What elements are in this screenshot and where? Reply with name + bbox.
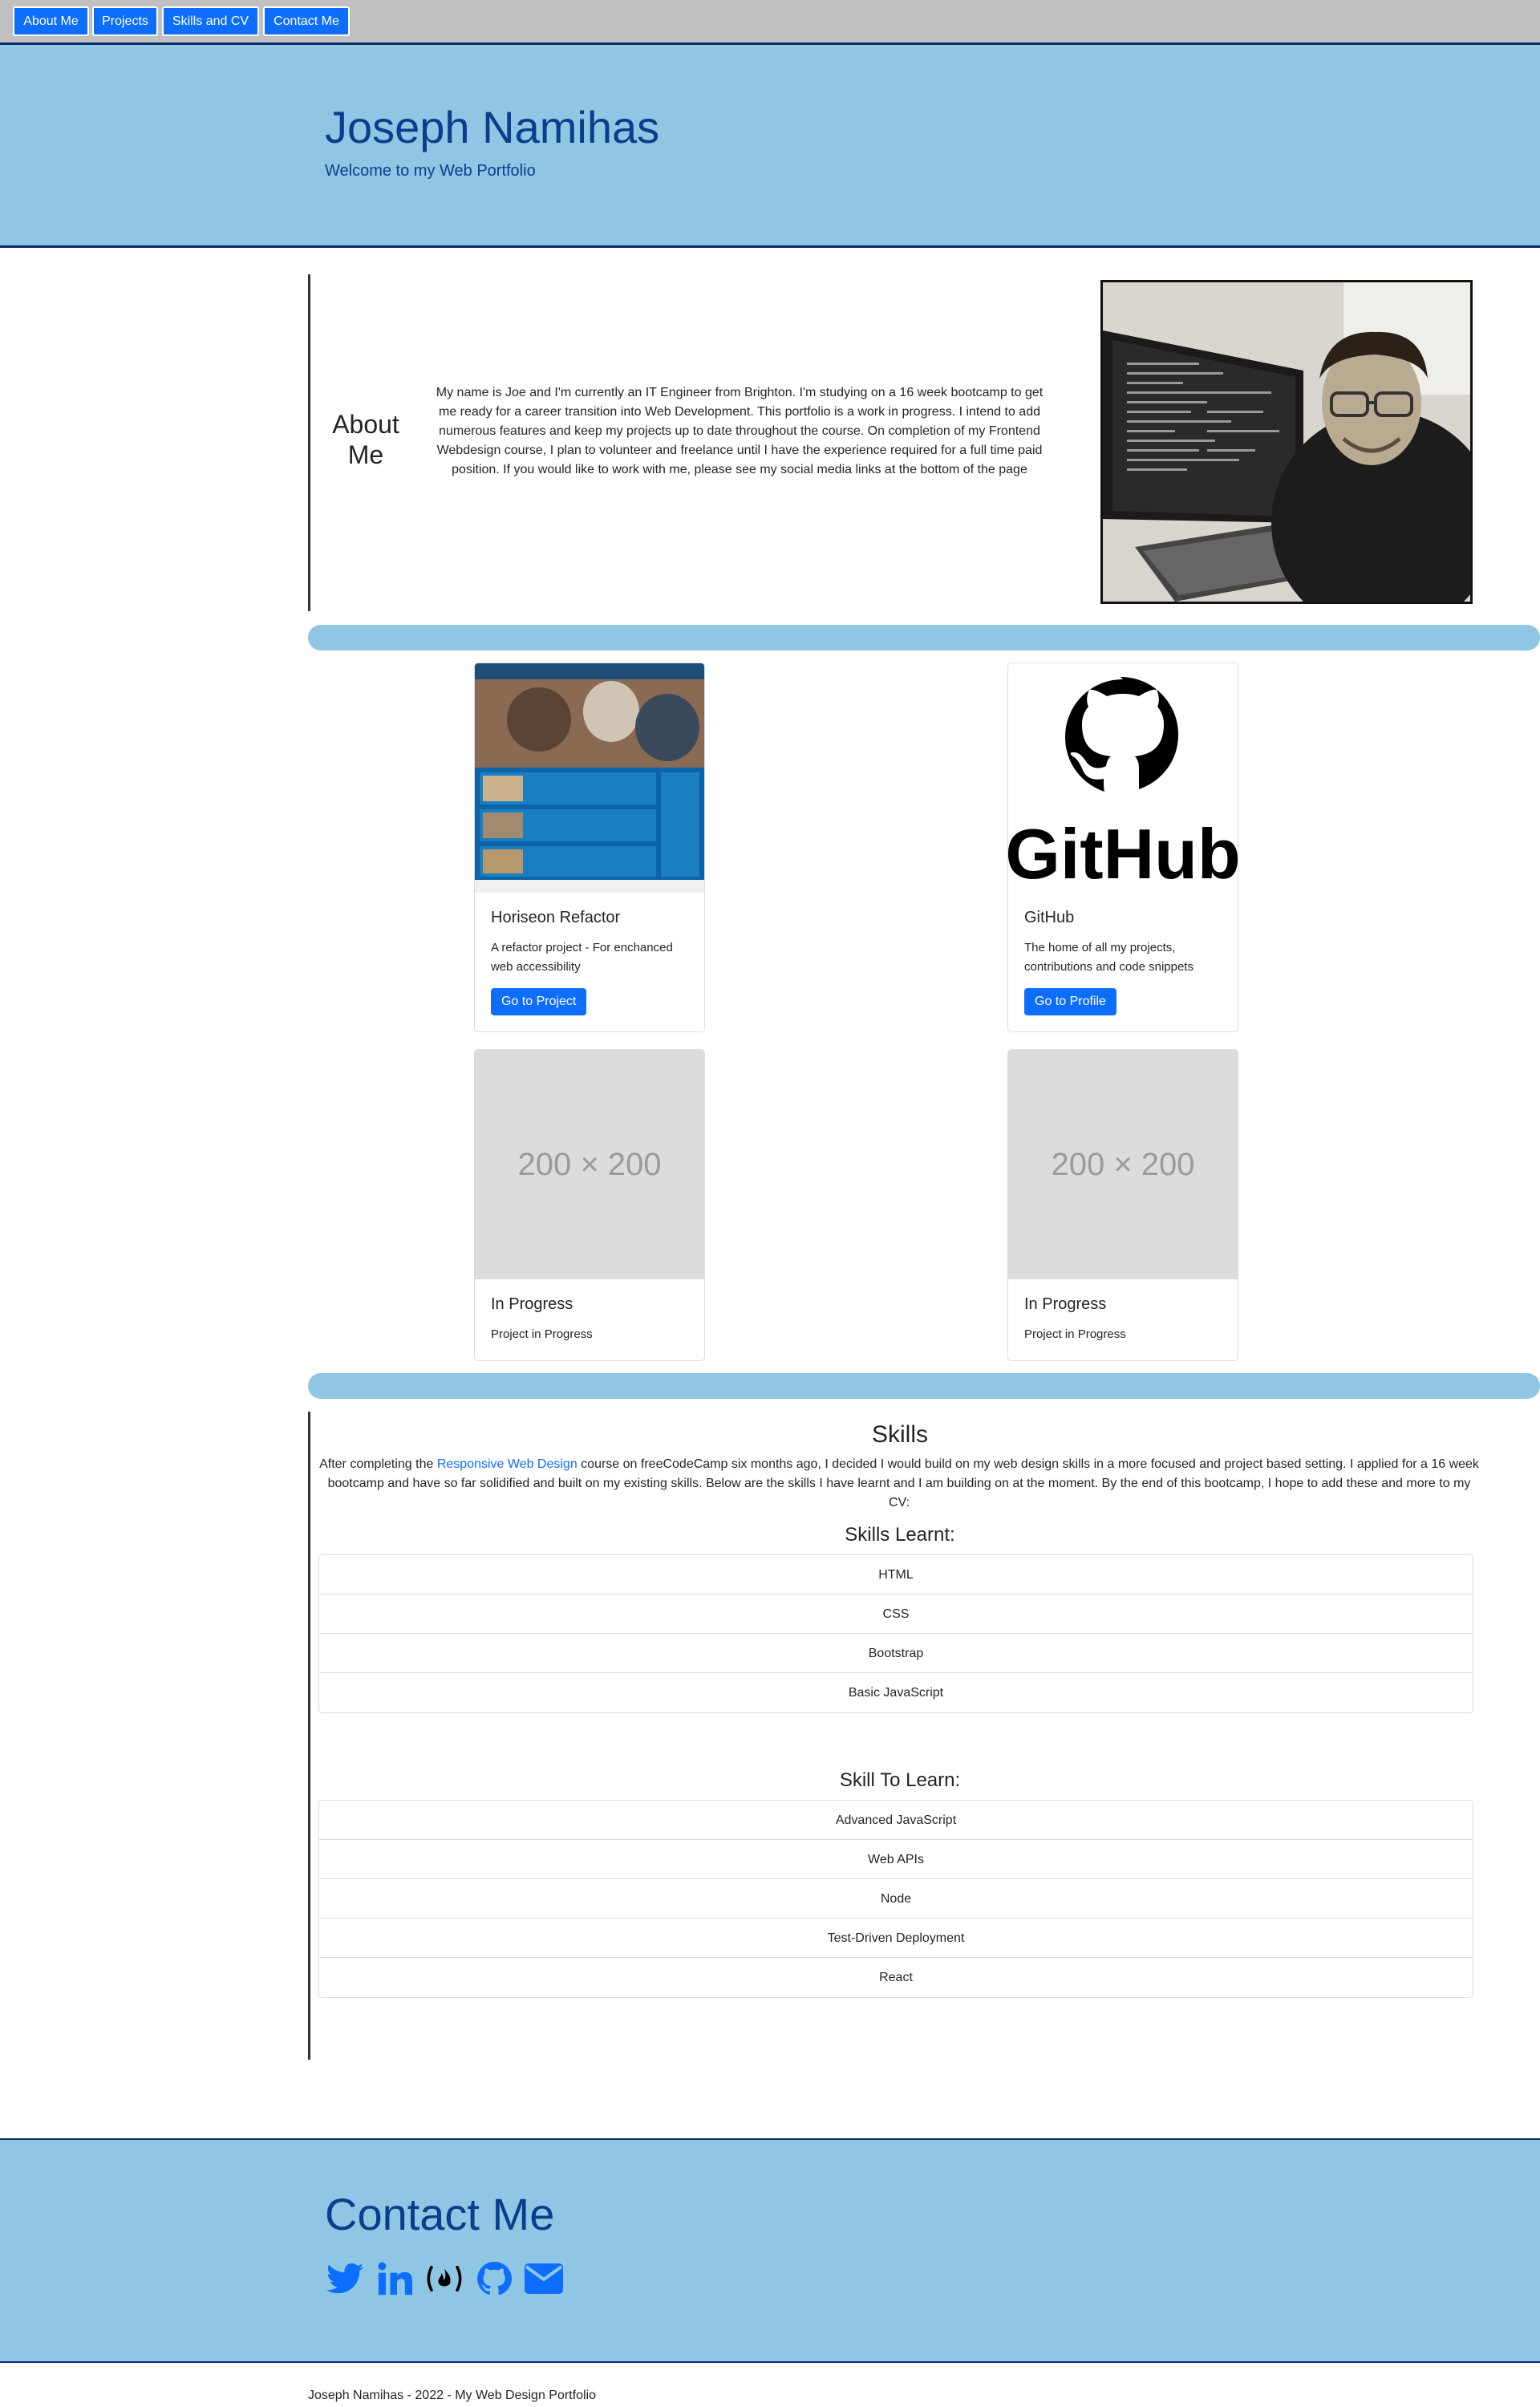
skills-title: Skills bbox=[871, 1421, 928, 1448]
list-item: Node bbox=[319, 1879, 1473, 1919]
hero-header: Joseph Namihas Welcome to my Web Portfol… bbox=[0, 43, 1540, 248]
placeholder-image: 200 × 200 bbox=[475, 1050, 704, 1279]
nav-projects-button[interactable]: Projects bbox=[92, 6, 158, 36]
github-icon[interactable] bbox=[474, 2259, 514, 2299]
github-logo: GitHub bbox=[1008, 663, 1238, 893]
contact-section: Contact Me bbox=[0, 2138, 1540, 2363]
twitter-icon[interactable] bbox=[325, 2259, 365, 2299]
project-card-in-progress: 200 × 200 In Progress Project in Progres… bbox=[474, 1049, 705, 1361]
card-title: In Progress bbox=[1024, 1295, 1107, 1313]
list-item: Web APIs bbox=[319, 1840, 1473, 1879]
card-text: Project in Progress bbox=[491, 1327, 593, 1341]
freecodecamp-icon[interactable] bbox=[424, 2259, 464, 2299]
project-card-in-progress: 200 × 200 In Progress Project in Progres… bbox=[1007, 1049, 1238, 1361]
linkedin-icon[interactable] bbox=[375, 2259, 415, 2299]
card-text: Project in Progress bbox=[1024, 1327, 1126, 1341]
skills-section: Skills After completing the Responsive W… bbox=[308, 1412, 1540, 2060]
project-card-github: GitHub GitHub The home of all my project… bbox=[1007, 663, 1238, 1032]
list-item: CSS bbox=[319, 1595, 1473, 1634]
list-item: Basic JavaScript bbox=[848, 1686, 944, 1700]
page-subtitle: Welcome to my Web Portfolio bbox=[325, 162, 536, 180]
skills-learnt-title: Skills Learnt: bbox=[845, 1524, 955, 1546]
nav-contact-button[interactable]: Contact Me bbox=[263, 6, 350, 36]
card-title: GitHub bbox=[1024, 909, 1075, 926]
placeholder-image: 200 × 200 bbox=[1008, 1050, 1238, 1279]
card-title: Horiseon Refactor bbox=[491, 909, 621, 926]
section-divider bbox=[308, 1373, 1540, 1399]
nav-about-button[interactable]: About Me bbox=[13, 6, 89, 36]
intro-text: After completing the bbox=[319, 1457, 437, 1471]
project-card-horiseon: Horiseon Refactor A refactor project - F… bbox=[474, 663, 705, 1032]
skills-intro: After completing the Responsive Web Desi… bbox=[317, 1455, 1481, 1513]
top-nav: About Me Projects Skills and CV Contact … bbox=[0, 0, 1540, 43]
list-item: HTML bbox=[319, 1555, 1473, 1595]
list-item: React bbox=[879, 1971, 913, 1984]
footer-text: Joseph Namihas - 2022 - My Web Design Po… bbox=[308, 2389, 596, 2402]
card-title: In Progress bbox=[491, 1295, 573, 1313]
page-title: Joseph Namihas bbox=[325, 102, 660, 152]
about-text: My name is Joe and I'm currently an IT E… bbox=[436, 386, 1044, 476]
github-logo-text: GitHub bbox=[1008, 814, 1238, 893]
list-item: Test-Driven Deployment bbox=[319, 1919, 1473, 1958]
list-item: Bootstrap bbox=[319, 1634, 1473, 1673]
card-text: A refactor project - For enchanced web a… bbox=[491, 941, 673, 974]
about-section: About Me My name is Joe and I'm currentl… bbox=[308, 274, 1540, 611]
skills-learnt-list: HTML CSS Bootstrap Basic JavaScript bbox=[318, 1554, 1473, 1713]
horiseon-screenshot bbox=[475, 663, 704, 893]
list-item: Advanced JavaScript bbox=[319, 1801, 1473, 1840]
skills-to-learn-list: Advanced JavaScript Web APIs Node Test-D… bbox=[318, 1800, 1473, 1998]
social-icons bbox=[325, 2259, 564, 2299]
go-to-profile-button[interactable]: Go to Profile bbox=[1024, 988, 1116, 1015]
about-title: About Me bbox=[332, 410, 399, 469]
go-to-project-button[interactable]: Go to Project bbox=[491, 988, 587, 1015]
nav-skills-button[interactable]: Skills and CV bbox=[162, 6, 259, 36]
profile-photo bbox=[1100, 280, 1473, 604]
responsive-web-design-link[interactable]: Responsive Web Design bbox=[437, 1457, 578, 1471]
skills-to-learn-title: Skill To Learn: bbox=[839, 1769, 961, 1791]
card-text: The home of all my projects, contributio… bbox=[1024, 941, 1194, 974]
email-icon[interactable] bbox=[524, 2259, 564, 2299]
section-divider bbox=[308, 625, 1540, 650]
contact-title: Contact Me bbox=[325, 2189, 555, 2239]
